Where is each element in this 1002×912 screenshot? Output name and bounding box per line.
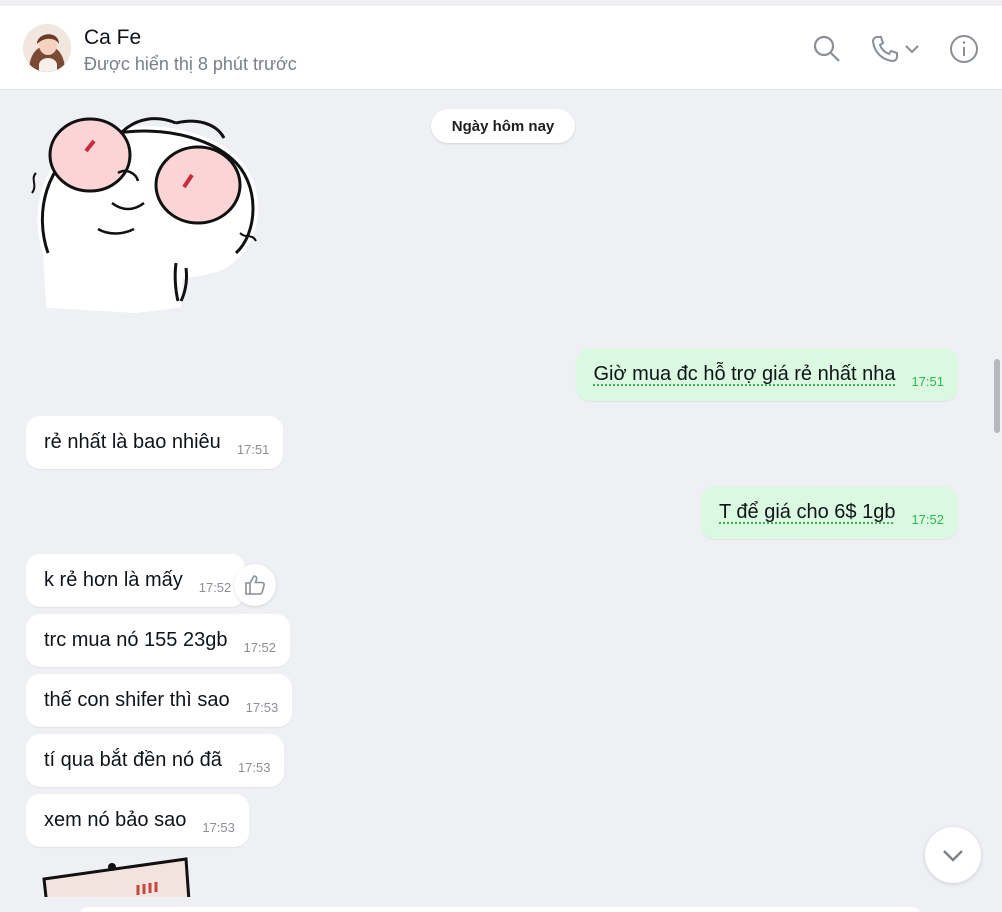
message-time: 17:52 xyxy=(243,640,277,655)
chat-header: Ca Fe Được hiển thị 8 phút trước xyxy=(0,6,1002,90)
search-icon[interactable] xyxy=(810,33,844,65)
message-text: Giờ mua đc hỗ trợ giá rẻ nhất nha xyxy=(593,363,896,385)
like-icon[interactable] xyxy=(234,564,276,606)
message-text: trc mua nó 155 23gb xyxy=(44,629,228,651)
message-time: 17:51 xyxy=(236,442,270,457)
message-text: rẻ nhất là bao nhiêu xyxy=(44,431,221,453)
date-divider: Ngày hôm nay xyxy=(431,109,575,143)
message-bubble-incoming[interactable]: thế con shifer thì sao 17:53 xyxy=(26,674,293,727)
message-text: tí qua bắt đền nó đã xyxy=(44,749,222,771)
message-bubble-incoming[interactable]: trc mua nó 155 23gb 17:52 xyxy=(26,614,291,667)
crying-bunny-sticker[interactable] xyxy=(26,103,266,314)
message-time: 17:52 xyxy=(911,512,944,527)
scroll-down-icon[interactable] xyxy=(925,827,981,883)
info-icon[interactable] xyxy=(948,33,980,65)
message-bubble-incoming[interactable]: xem nó bảo sao 17:53 xyxy=(26,794,249,847)
message-bubble-incoming[interactable]: tí qua bắt đền nó đã 17:53 xyxy=(26,734,285,787)
message-text: k rẻ hơn là mấy xyxy=(44,569,183,591)
contact-name: Ca Fe xyxy=(84,26,142,49)
scrollbar-thumb[interactable] xyxy=(994,359,1000,433)
message-bubble-outgoing[interactable]: T để giá cho 6$ 1gb 17:52 xyxy=(701,486,958,539)
message-list[interactable]: Ngày hôm nay Giờ mua đc hỗ trợ giá rẻ nh… xyxy=(0,91,1002,912)
message-time: 17:53 xyxy=(245,700,279,715)
message-time: 17:53 xyxy=(202,820,235,835)
avatar[interactable] xyxy=(23,24,71,72)
message-time: 17:52 xyxy=(198,580,232,595)
message-bubble-outgoing[interactable]: Giờ mua đc hỗ trợ giá rẻ nhất nha 17:51 xyxy=(575,348,958,401)
chevron-down-icon[interactable] xyxy=(902,33,922,65)
message-text: thế con shifer thì sao xyxy=(44,689,230,711)
message-text: T để giá cho 6$ 1gb xyxy=(719,501,896,523)
phone-icon[interactable] xyxy=(868,33,902,65)
message-time: 17:53 xyxy=(237,760,271,775)
bunny-sign-sticker[interactable] xyxy=(40,855,192,897)
last-seen-status: Được hiển thị 8 phút trước xyxy=(84,54,297,74)
message-time: 17:51 xyxy=(911,374,944,389)
message-bubble-incoming[interactable]: k rẻ hơn là mấy 17:52 xyxy=(26,554,246,607)
message-bubble-incoming[interactable]: rẻ nhất là bao nhiêu 17:51 xyxy=(26,416,284,469)
message-text: xem nó bảo sao xyxy=(44,809,187,831)
message-composer[interactable] xyxy=(80,907,920,912)
